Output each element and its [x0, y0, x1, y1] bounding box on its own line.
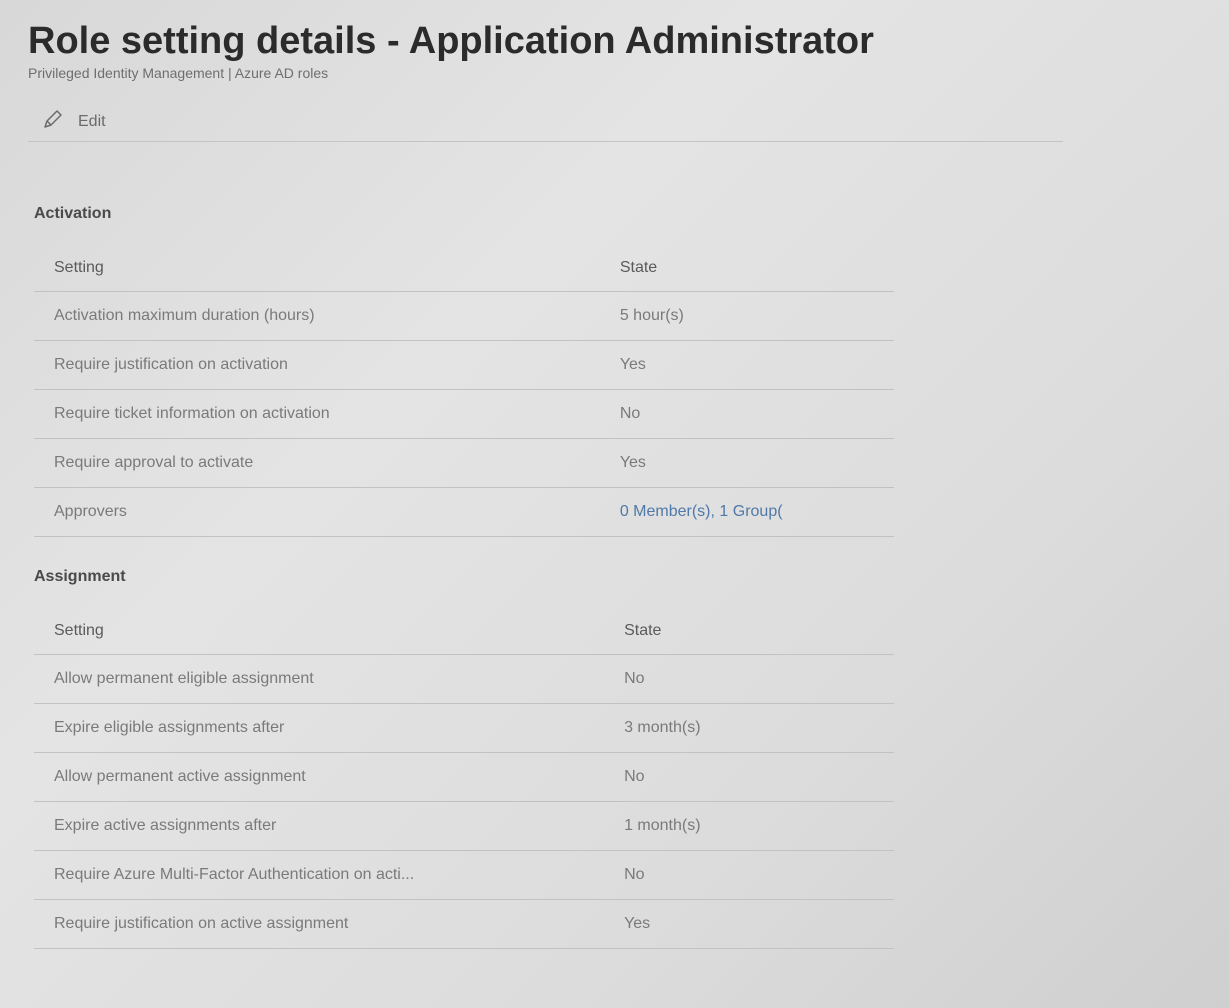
state-cell: Yes: [604, 899, 894, 949]
approvers-link[interactable]: 0 Member(s), 1 Group(: [599, 487, 894, 537]
setting-cell: Allow permanent active assignment: [34, 752, 605, 802]
state-cell: 1 month(s): [604, 801, 894, 851]
state-cell: No: [604, 654, 894, 704]
setting-cell: Activation maximum duration (hours): [34, 291, 600, 341]
table-row: Expire eligible assignments after 3 mont…: [34, 703, 894, 753]
state-cell: 3 month(s): [604, 703, 894, 753]
column-header-setting: Setting: [34, 245, 600, 292]
role-setting-blade: Role setting details - Application Admin…: [28, 18, 1068, 142]
table-header-row: Setting State: [34, 245, 894, 292]
column-header-setting: Setting: [34, 608, 605, 655]
setting-cell: Require approval to activate: [34, 438, 600, 488]
table-row: Activation maximum duration (hours) 5 ho…: [34, 291, 894, 341]
command-bar: Edit: [28, 102, 1063, 142]
setting-cell: Require justification on activation: [34, 340, 600, 390]
table-header-row: Setting State: [34, 608, 894, 655]
column-header-state: State: [604, 608, 894, 655]
state-cell: No: [599, 389, 894, 439]
setting-cell: Require ticket information on activation: [34, 389, 600, 439]
edit-button[interactable]: Edit: [42, 108, 106, 135]
table-row: Approvers 0 Member(s), 1 Group(: [34, 487, 894, 537]
setting-cell: Expire active assignments after: [34, 801, 605, 851]
table-row: Require approval to activate Yes: [34, 438, 894, 488]
table-row: Require ticket information on activation…: [34, 389, 894, 439]
setting-cell: Require Azure Multi-Factor Authenticatio…: [34, 850, 605, 900]
table-row: Require justification on activation Yes: [34, 340, 894, 390]
state-cell: No: [604, 752, 894, 802]
state-cell: Yes: [599, 340, 894, 390]
assignment-settings-table: Setting State Allow permanent eligible a…: [34, 608, 894, 949]
table-row: Allow permanent active assignment No: [34, 752, 894, 802]
setting-cell: Require justification on active assignme…: [34, 899, 605, 949]
pencil-icon: [42, 108, 78, 135]
setting-cell: Approvers: [34, 487, 600, 537]
state-cell: 5 hour(s): [599, 291, 894, 341]
table-row: Allow permanent eligible assignment No: [34, 654, 894, 704]
column-header-state: State: [599, 245, 894, 292]
assignment-section-title: Assignment: [34, 568, 126, 585]
breadcrumb[interactable]: Privileged Identity Management | Azure A…: [28, 64, 1068, 82]
table-row: Expire active assignments after 1 month(…: [34, 801, 894, 851]
setting-cell: Expire eligible assignments after: [34, 703, 605, 753]
page-title: Role setting details - Application Admin…: [28, 20, 874, 62]
table-row: Require Azure Multi-Factor Authenticatio…: [34, 850, 894, 900]
activation-section-title: Activation: [34, 205, 112, 222]
state-cell: Yes: [599, 438, 894, 488]
state-cell: No: [604, 850, 894, 900]
setting-cell: Allow permanent eligible assignment: [34, 654, 605, 704]
edit-label: Edit: [78, 112, 106, 130]
table-row: Require justification on active assignme…: [34, 899, 894, 949]
activation-settings-table: Setting State Activation maximum duratio…: [34, 245, 894, 537]
